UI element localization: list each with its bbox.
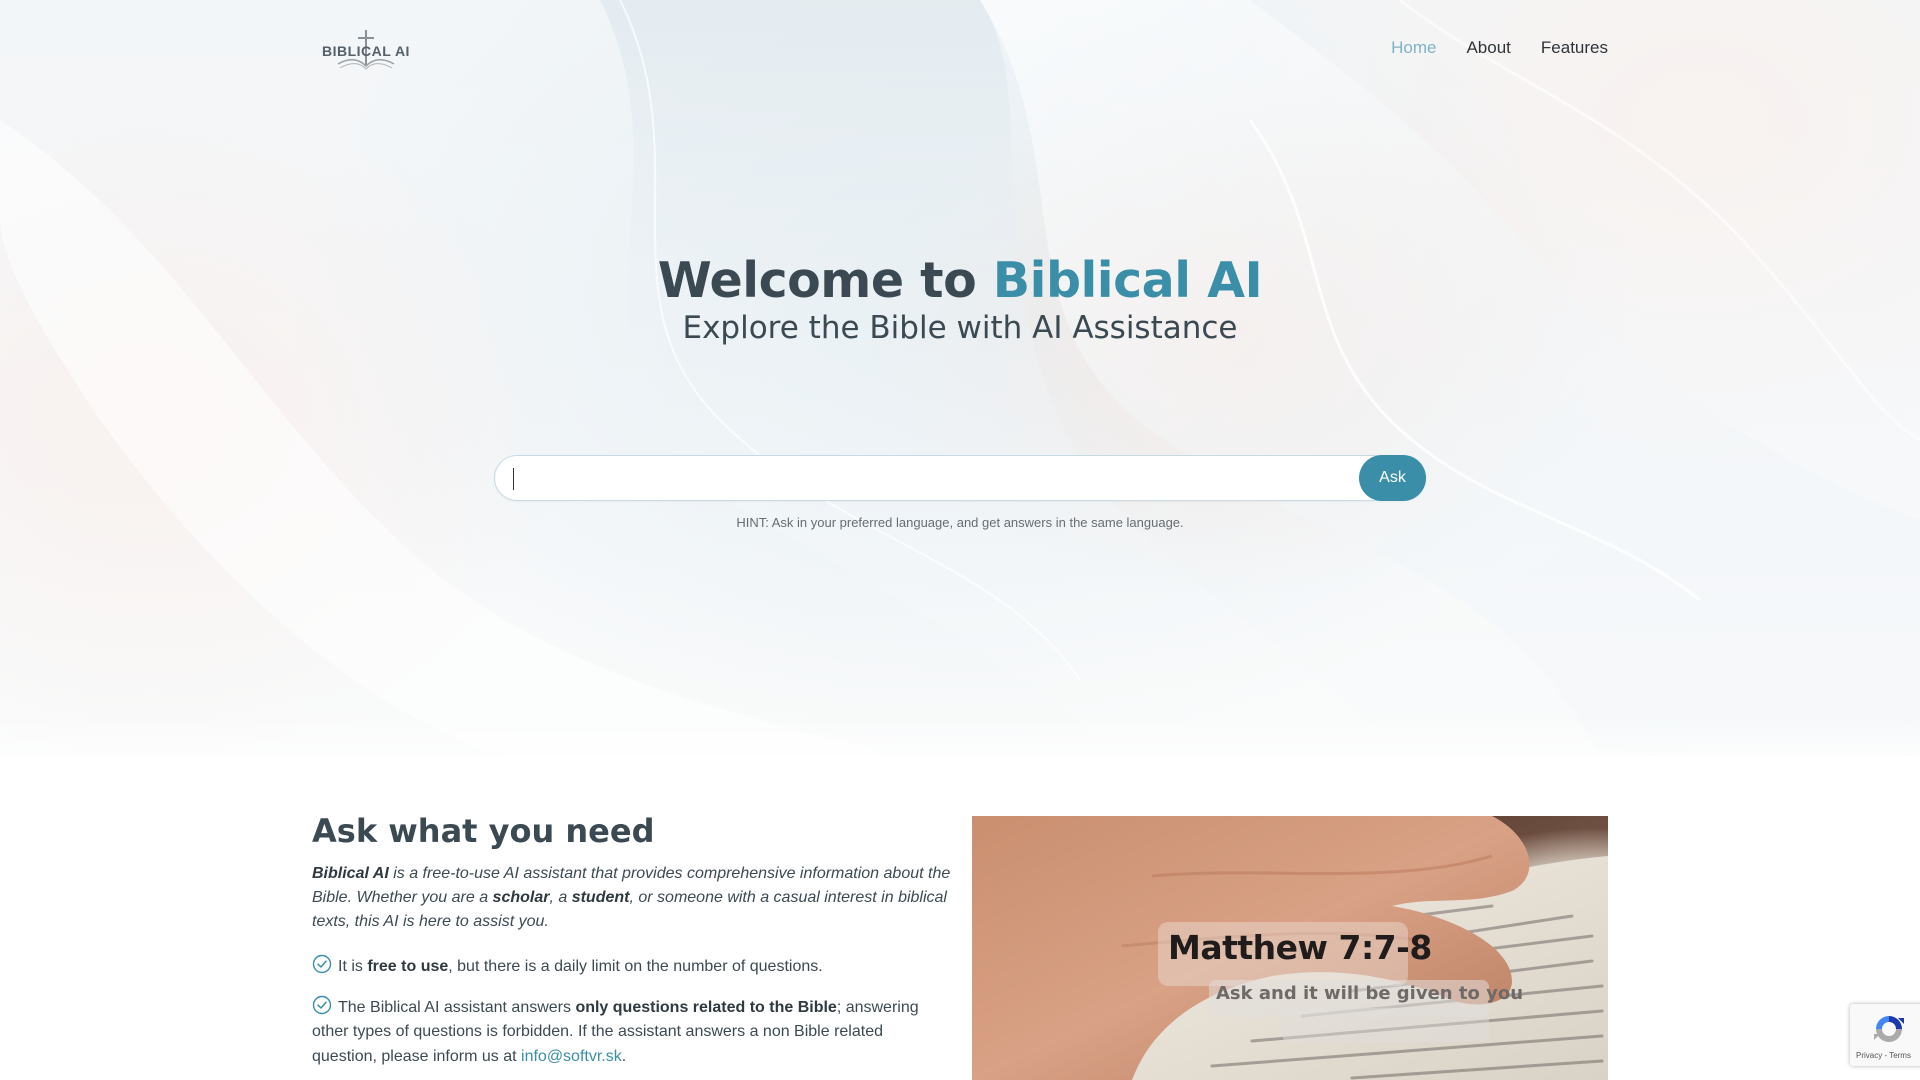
feature-list: It is free to use, but there is a daily … (312, 954, 952, 1080)
verse-text: Ask and it will be given to you (1216, 983, 1524, 1004)
hero-title-accent: Biblical AI (992, 252, 1263, 309)
ask-button[interactable]: Ask (1359, 455, 1426, 501)
intro-student: student (571, 889, 630, 906)
nav-about[interactable]: About (1466, 38, 1510, 58)
section-title: Ask what you need (312, 812, 655, 850)
feature-item: It is free to use, but there is a daily … (312, 954, 952, 980)
logo[interactable]: BIBLICAL AI (318, 28, 414, 72)
recaptcha-badge[interactable]: Privacy - Terms (1850, 1004, 1920, 1066)
feature-item: The Biblical AI assistant answers only q… (312, 995, 952, 1070)
nav-features[interactable]: Features (1541, 38, 1608, 58)
contact-email-link[interactable]: info@softvr.sk (521, 1048, 622, 1065)
intro-scholar: scholar (492, 889, 550, 906)
hero-section (0, 0, 1920, 756)
verse-reference: Matthew 7:7-8 (1168, 928, 1432, 967)
hero-title: Welcome to Biblical AI (0, 252, 1920, 309)
recaptcha-privacy-terms[interactable]: Privacy - Terms (1856, 1051, 1911, 1060)
hero-background-waves (0, 0, 1920, 756)
hero-title-prefix: Welcome to (657, 252, 993, 309)
feature-text: . (621, 1047, 627, 1065)
verse-text-backdrop-2 (1282, 1008, 1489, 1042)
intro-paragraph: Biblical AI is a free-to-use AI assistan… (312, 862, 952, 934)
feature-text: , but there is a daily limit on the numb… (448, 958, 823, 975)
text-caret (513, 468, 514, 490)
bible-reading-image: Matthew 7:7-8 Ask and it will be given t… (972, 816, 1608, 1080)
check-circle-icon (312, 995, 332, 1014)
feature-bold: free to use (367, 958, 449, 975)
question-input[interactable] (511, 464, 1331, 494)
hero-subtitle: Explore the Bible with AI Assistance (682, 310, 1238, 346)
logo-text: BIBLICAL AI (322, 43, 410, 59)
check-circle-icon (312, 954, 332, 974)
recaptcha-icon (1874, 1016, 1904, 1042)
main-nav: Home About Features (1391, 38, 1608, 58)
feature-bold: only questions related to the Bible (575, 998, 837, 1016)
feature-text: The Biblical AI assistant answers (338, 998, 576, 1016)
intro-brand: Biblical AI (312, 865, 389, 882)
question-input-wrapper (494, 455, 1426, 501)
intro-text-2: , a (549, 889, 572, 906)
hero-bottom-fade (0, 716, 1920, 756)
feature-text: It is (338, 958, 368, 975)
nav-home[interactable]: Home (1391, 38, 1436, 58)
search-hint: HINT: Ask in your preferred language, an… (736, 515, 1184, 530)
